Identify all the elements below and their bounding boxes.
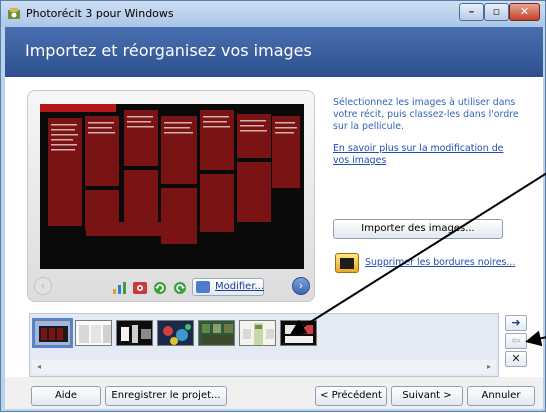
delete-icon: ✕ [511, 352, 521, 365]
chevron-right-icon: › [298, 279, 304, 292]
move-image-right-button[interactable]: ➜ [505, 315, 527, 331]
learn-more-link[interactable]: En savoir plus sur la modification de vo… [333, 143, 505, 167]
arrow-left-icon: ⇦ [511, 334, 521, 347]
slide-graphic [40, 104, 304, 269]
thumbnail-6[interactable] [239, 320, 276, 346]
remove-borders-icon[interactable] [335, 253, 359, 273]
scroll-left-icon[interactable]: ◂ [34, 362, 44, 372]
modify-button[interactable]: Modifier... [192, 278, 264, 296]
window-title: Photorécit 3 pour Windows [26, 7, 174, 20]
close-button[interactable]: ✕ [509, 3, 540, 21]
thumbnail-5[interactable] [198, 320, 235, 346]
app-window: Photorécit 3 pour Windows – ▫ ✕ Importez… [0, 0, 546, 412]
rotate-left-icon [154, 282, 166, 294]
maximize-button[interactable]: ▫ [484, 3, 509, 21]
import-images-button[interactable]: Importer des images... [333, 219, 503, 239]
thumbnail-4[interactable] [157, 320, 194, 346]
previous-button[interactable]: < Précédent [315, 386, 387, 406]
app-icon [8, 8, 20, 19]
rotate-right-button[interactable] [172, 280, 188, 294]
move-image-left-button[interactable]: ⇦ [505, 333, 527, 349]
filmstrip: ◂ ▸ [29, 313, 499, 377]
image-preview-panel: ‹ Modifier... › [27, 90, 315, 302]
delete-image-button[interactable]: ✕ [505, 351, 527, 367]
remove-black-borders-link[interactable]: Supprimer les bordures noires... [365, 257, 515, 268]
minimize-icon: – [468, 5, 475, 18]
maximize-icon: ▫ [492, 5, 501, 18]
arrow-right-icon: ➜ [511, 316, 521, 329]
rotate-left-button[interactable] [152, 280, 168, 294]
page-header: Importez et réorganisez vos images [5, 27, 543, 77]
wizard-footer: Aide Enregistrer le projet... < Précéden… [5, 377, 543, 409]
help-button[interactable]: Aide [31, 386, 101, 406]
thumbnail-1[interactable] [32, 318, 73, 348]
next-button[interactable]: Suivant > [391, 386, 463, 406]
chevron-left-icon: ‹ [40, 279, 46, 292]
minimize-button[interactable]: – [459, 3, 484, 21]
thumbnail-2[interactable] [75, 320, 112, 346]
slide-preview-image [40, 104, 304, 269]
modify-button-label: Modifier... [215, 281, 265, 292]
remove-red-eye-button[interactable] [132, 280, 148, 294]
filmstrip-scrollbar[interactable]: ◂ ▸ [32, 360, 496, 374]
edit-image-icon [196, 281, 210, 293]
chart-tool-button[interactable] [112, 280, 128, 294]
main-content: ‹ Modifier... › Sélectionnez les images … [5, 77, 543, 377]
page-title: Importez et réorganisez vos images [25, 41, 312, 60]
instructions-text: Sélectionnez les images à utiliser dans … [333, 97, 519, 132]
cancel-button[interactable]: Annuler [467, 386, 535, 406]
thumbnail-7[interactable] [280, 320, 317, 346]
thumbnail-3[interactable] [116, 320, 153, 346]
close-icon: ✕ [519, 5, 530, 18]
next-image-button[interactable]: › [292, 277, 310, 295]
title-bar[interactable]: Photorécit 3 pour Windows – ▫ ✕ [1, 1, 545, 27]
chart-icon [113, 282, 126, 294]
previous-image-button[interactable]: ‹ [34, 277, 52, 295]
red-eye-icon [133, 282, 147, 294]
rotate-right-icon [174, 282, 186, 294]
save-project-button[interactable]: Enregistrer le projet... [105, 386, 227, 406]
scroll-right-icon[interactable]: ▸ [484, 362, 494, 372]
